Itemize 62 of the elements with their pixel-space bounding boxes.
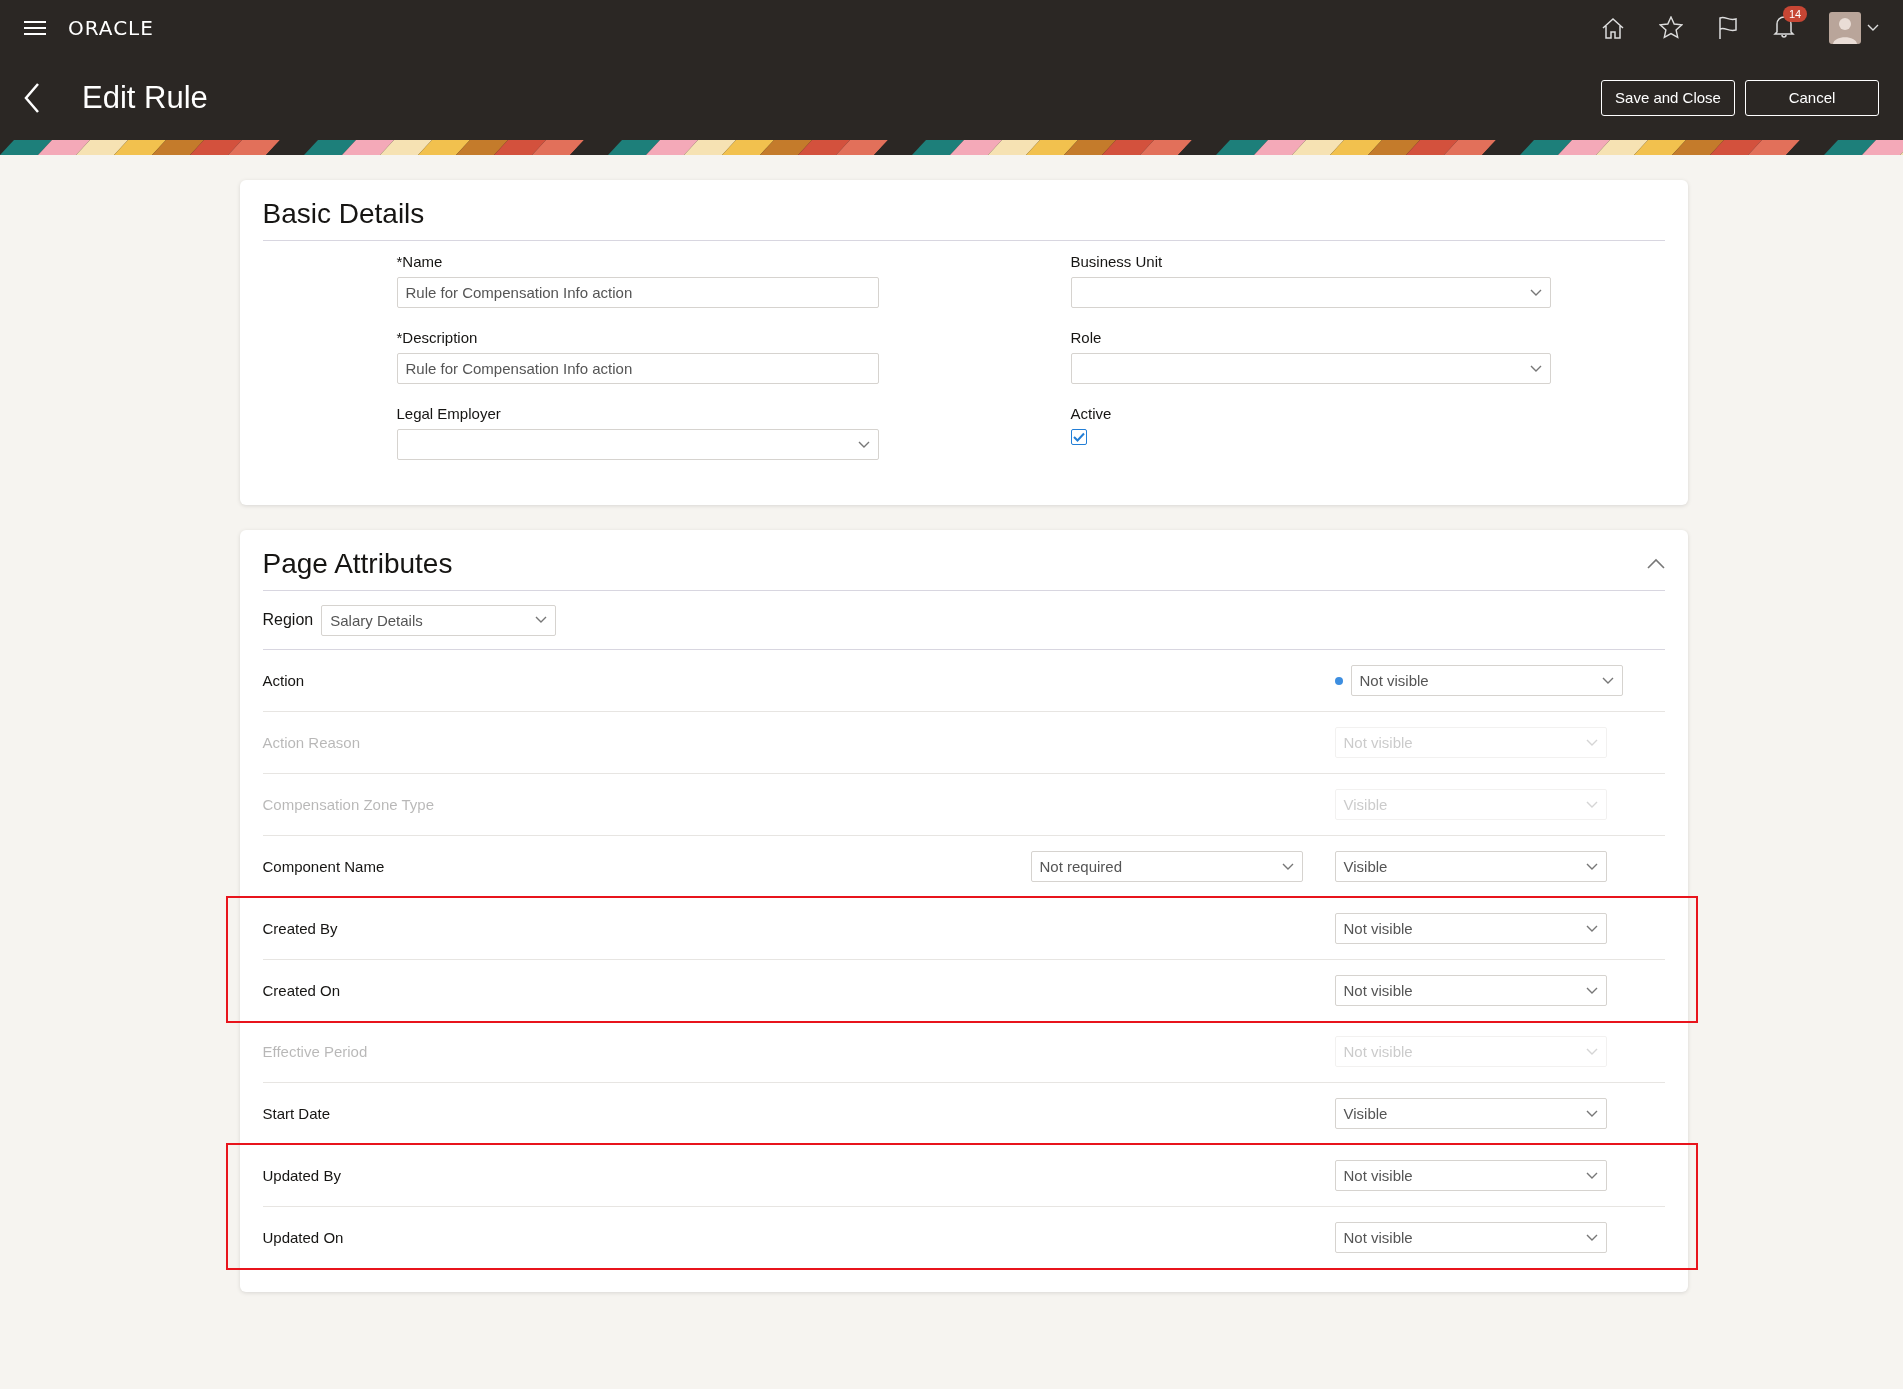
dropdown-field[interactable] [1070,353,1551,384]
chevron-down-icon [535,616,548,624]
chevron-up-icon[interactable] [1646,558,1665,569]
attribute-label: Component Name [262,858,386,875]
dropdown-field[interactable]: Salary Details [321,604,557,636]
field-label: Active [1070,405,1113,422]
chevron-down-icon [1585,800,1598,809]
home-icon[interactable] [1601,16,1625,39]
chevron-down-icon [1529,364,1542,373]
checkbox[interactable] [1070,429,1087,445]
cancel-button[interactable]: Cancel [1745,79,1879,116]
dropdown-field[interactable]: Not visible [1334,913,1607,944]
chevron-down-icon [1585,924,1598,933]
chevron-down-icon [857,440,870,449]
chevron-down-icon [1529,288,1542,297]
chevron-down-icon [1585,1171,1598,1180]
dropdown-field[interactable]: Not visible [1334,1222,1607,1253]
chevron-down-icon [1585,738,1598,747]
chevron-down-icon [1585,986,1598,995]
dropdown-field[interactable]: Visible [1334,851,1607,882]
dropdown-field[interactable] [396,429,879,460]
chevron-down-icon [1585,1109,1598,1118]
field-label: Business Unit [1070,253,1164,270]
field-label: *Description [396,329,479,346]
attribute-label: Start Date [262,1105,332,1122]
chevron-down-icon [1585,862,1598,871]
save-and-close-button[interactable]: Save and Close [1601,79,1735,116]
field-label: Region [262,611,314,629]
section-title: Basic Details [262,198,1665,241]
dropdown-field[interactable]: Visible [1334,1098,1607,1129]
attribute-label: Updated On [262,1229,345,1246]
text-field[interactable]: Rule for Compensation Info action [396,353,879,384]
field-label: *Name [396,253,444,270]
attribute-label: Action [262,672,306,689]
menu-icon[interactable] [24,19,46,36]
dropdown-field[interactable] [1070,277,1551,308]
logo: ORACLE [68,15,154,40]
flag-icon[interactable] [1717,15,1739,40]
dropdown-field[interactable]: Not visible [1350,665,1623,696]
star-icon[interactable] [1659,16,1683,39]
section-title: Page Attributes [262,548,453,580]
attribute-label: Effective Period [262,1043,369,1060]
text-field[interactable]: Rule for Compensation Info action [396,277,879,308]
chevron-down-icon [1601,676,1614,685]
chevron-down-icon [1281,862,1294,871]
attribute-label: Action Reason [262,734,362,751]
attribute-label: Created By [262,920,339,937]
notification-badge: 14 [1783,5,1808,22]
dropdown-field[interactable]: Not visible [1334,975,1607,1006]
chevron-down-icon [1585,1233,1598,1242]
back-icon[interactable] [24,82,40,113]
dropdown-field[interactable]: Not visible [1334,1160,1607,1191]
dropdown-field[interactable]: Not required [1030,851,1303,882]
field-label: Role [1070,329,1103,346]
field-label: Legal Employer [396,405,502,422]
avatar-icon[interactable] [1829,11,1861,44]
attribute-label: Created On [262,982,342,999]
chevron-down-icon[interactable] [1867,23,1879,32]
chevron-down-icon [1585,1047,1598,1056]
attribute-label: Compensation Zone Type [262,796,435,813]
attribute-label: Updated By [262,1167,342,1184]
page-title: Edit Rule [82,79,209,116]
